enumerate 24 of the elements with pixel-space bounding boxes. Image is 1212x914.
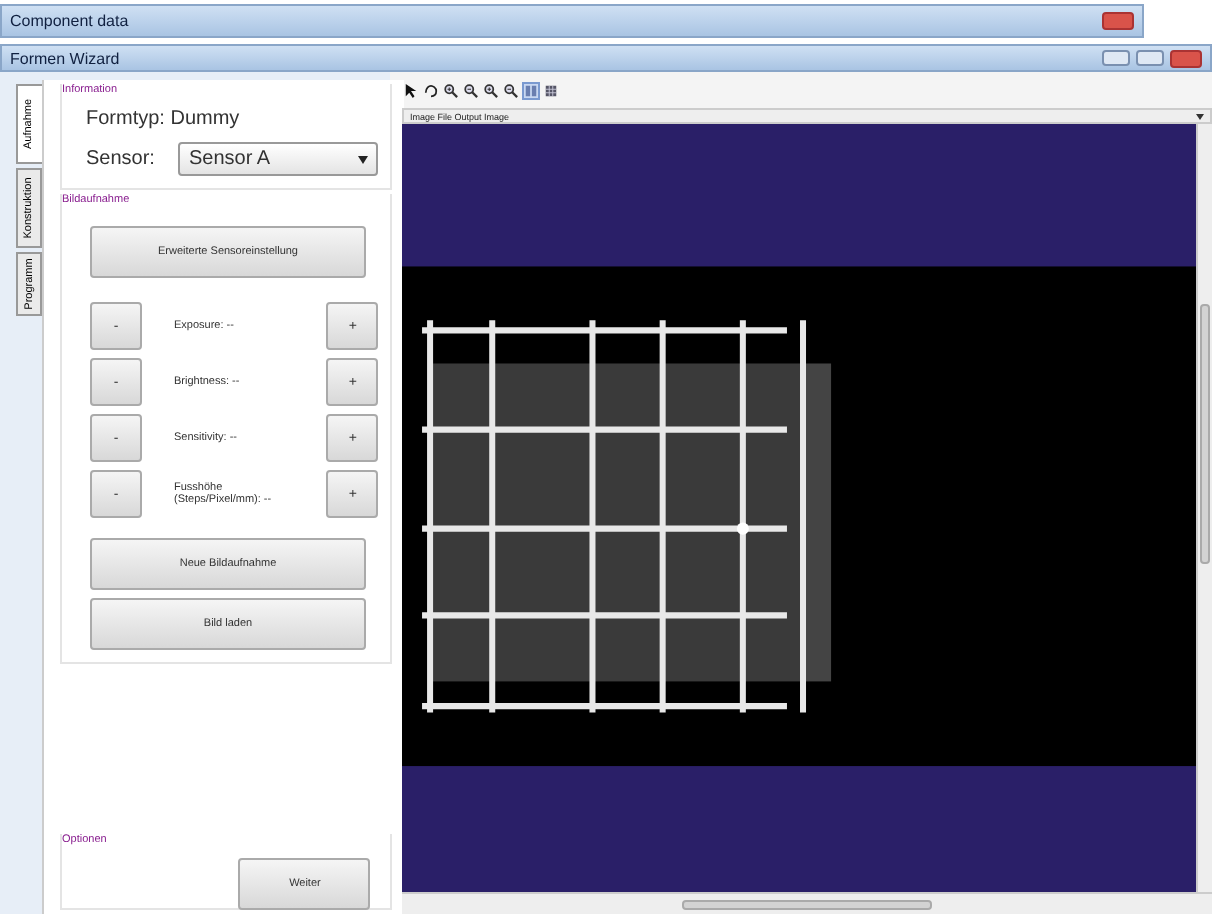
dropdown-arrow-icon [1196,113,1204,119]
minimize-button[interactable] [1102,50,1130,66]
vertical-scrollbar[interactable] [1196,124,1212,892]
toolbar-button[interactable] [402,81,420,99]
toolbar-button[interactable] [442,81,460,99]
close-button[interactable] [1170,49,1202,67]
sensor-dropdown[interactable]: Sensor A [178,142,379,176]
zoom-out-icon [504,83,518,97]
toolbar-button[interactable] [502,81,520,99]
form-type-label: Formtyp: Dummy [86,108,240,130]
grid-icon [544,83,558,97]
dropdown-arrow-icon [358,155,369,163]
zoom-out-icon [464,83,478,97]
maximize-button[interactable] [1136,50,1164,66]
window-title: Component data [10,12,131,30]
toolbar-button[interactable] [462,81,480,99]
zoom-in-icon [444,83,458,97]
columns-icon [524,83,538,97]
toolbar-button[interactable] [482,81,500,99]
wizard-title: Formen Wizard [10,49,122,67]
horizontal-scrollbar[interactable] [402,892,1212,914]
zoom-in-icon [484,83,498,97]
sensor-label: Sensor: [86,148,155,170]
pointer-icon [404,83,418,97]
